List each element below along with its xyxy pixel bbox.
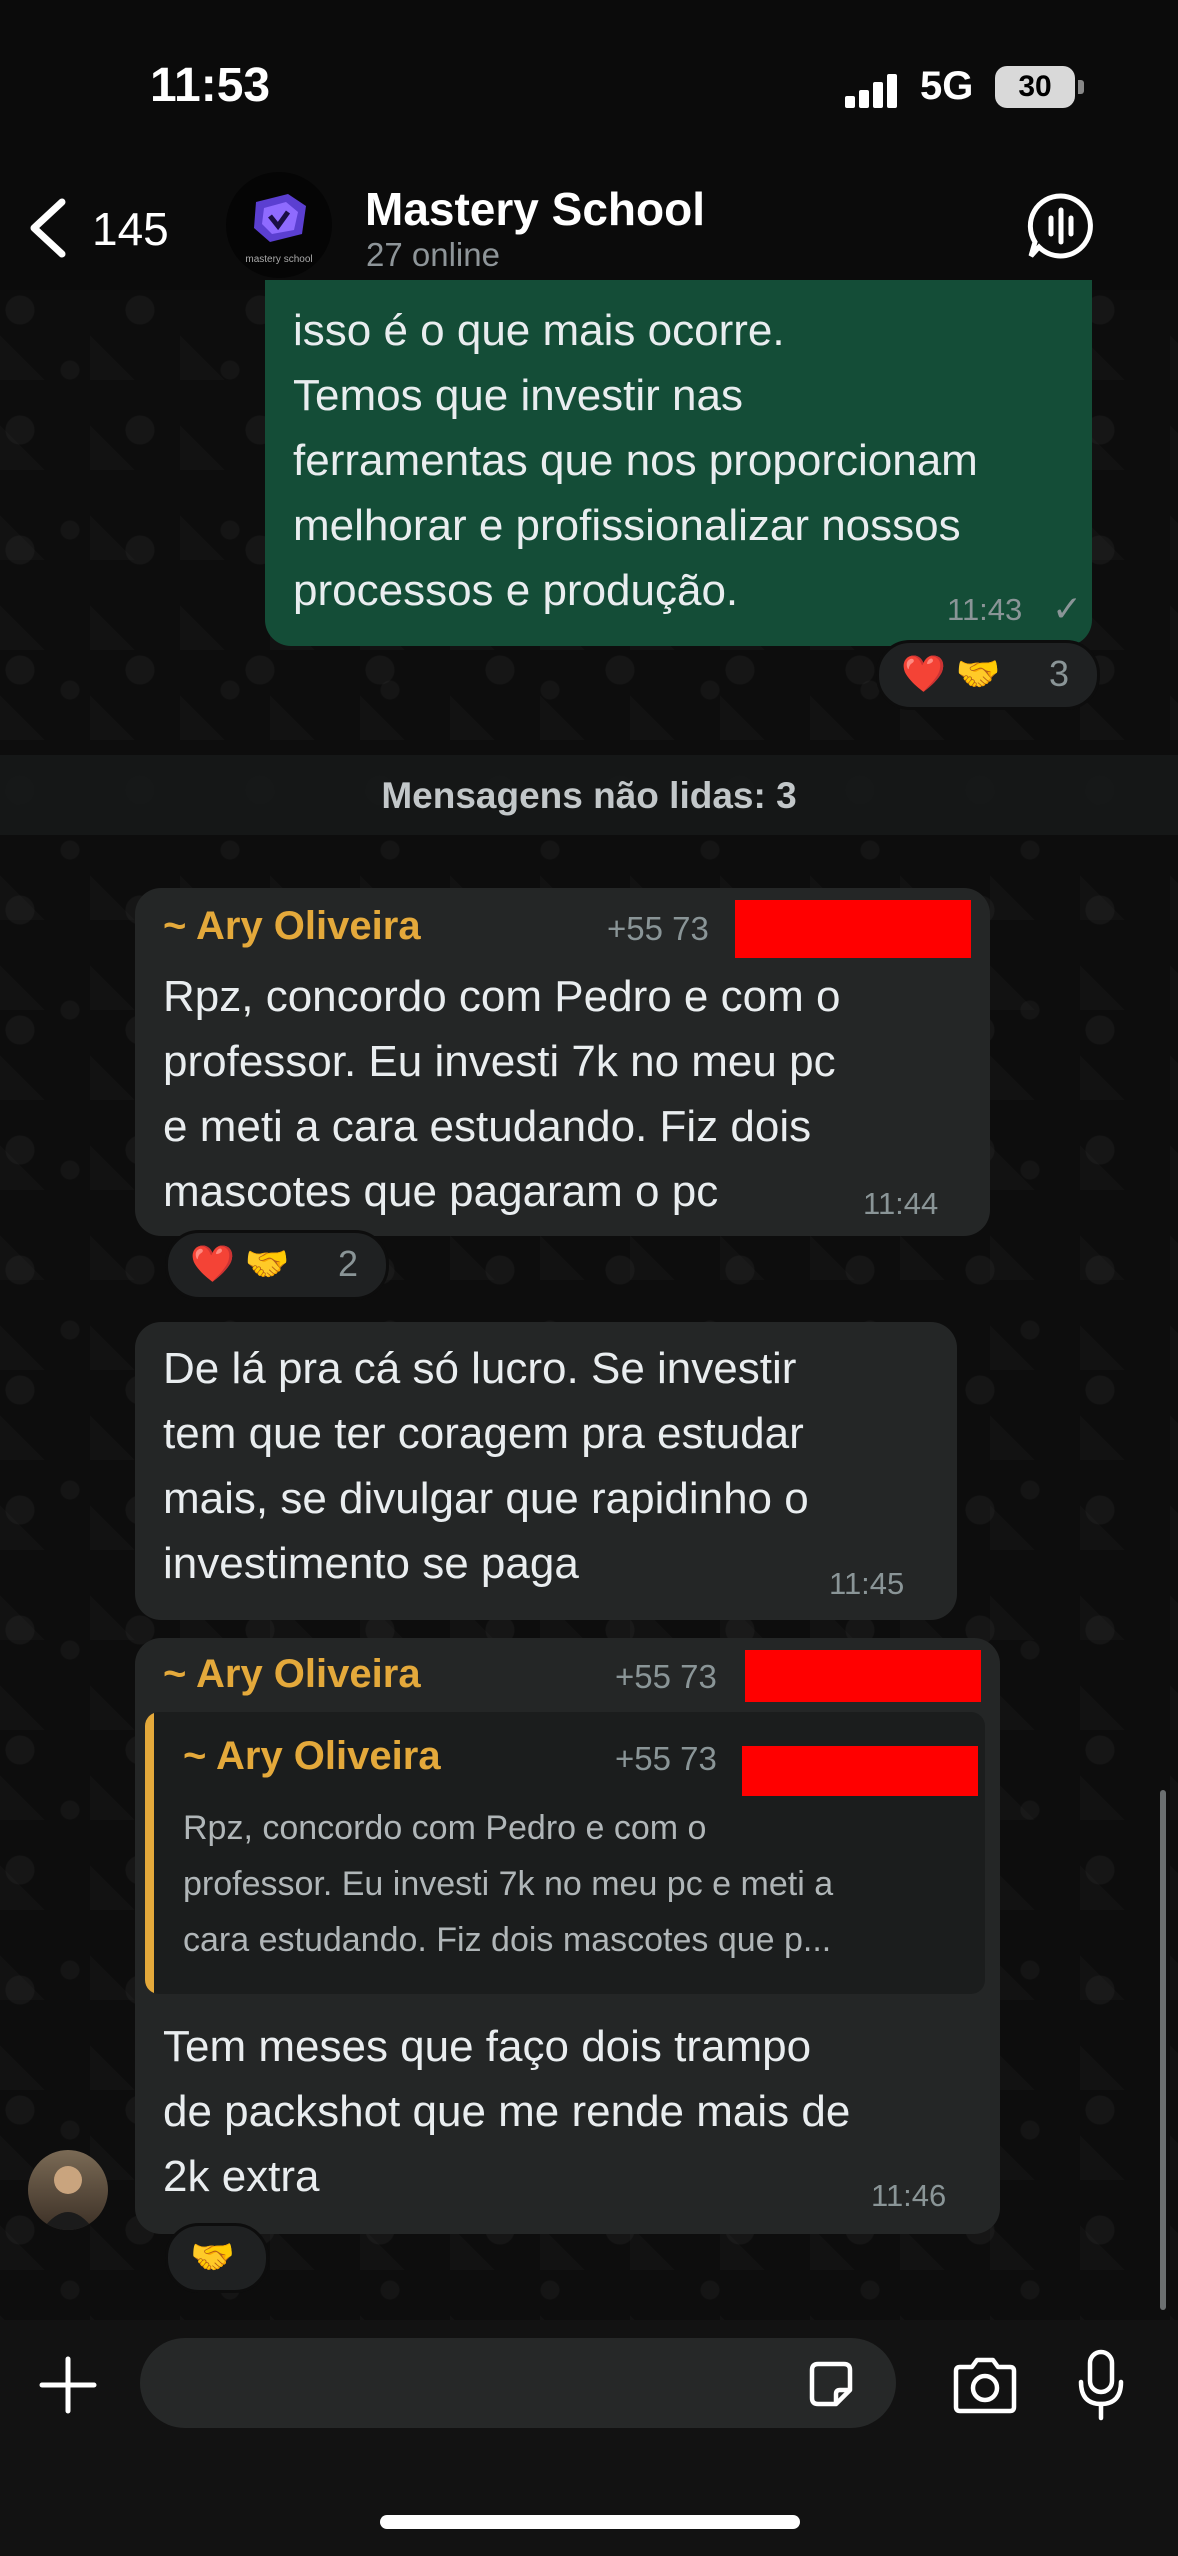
incoming-message[interactable]: ~ Ary Oliveira +55 73 Rpz, concordo com …: [135, 888, 990, 1236]
quoted-message[interactable]: ~ Ary Oliveira +55 73 Rpz, concordo com …: [145, 1712, 985, 1994]
sticker-icon[interactable]: [804, 2358, 858, 2412]
quote-sender-phone: +55 73: [615, 1740, 717, 1777]
reaction-emojis: ❤️ 🤝: [901, 653, 1001, 694]
message-time: 11:43: [947, 592, 1023, 627]
message-text: De lá pra cá só lucro. Se investir tem q…: [163, 1344, 809, 1588]
reaction-count: 3: [1049, 653, 1070, 694]
incoming-message[interactable]: De lá pra cá só lucro. Se investir tem q…: [135, 1322, 957, 1620]
back-chevron-icon[interactable]: [24, 196, 74, 260]
microphone-icon[interactable]: [1076, 2348, 1126, 2422]
person-icon: [42, 2166, 94, 2230]
signal-icon: [845, 72, 901, 108]
reaction-pill[interactable]: ❤️ 🤝 2: [165, 1230, 389, 1300]
unread-divider: Mensagens não lidas: 3: [0, 755, 1178, 835]
network-type: 5G: [920, 64, 974, 108]
message-text: isso é o que mais ocorre. Temos que inve…: [293, 306, 978, 615]
sender-phone: +55 73: [607, 910, 709, 947]
redaction-box: [745, 1650, 981, 1702]
sender-name[interactable]: ~ Ary Oliveira: [163, 1652, 421, 1697]
outgoing-message[interactable]: isso é o que mais ocorre. Temos que inve…: [265, 280, 1092, 646]
message-text: Tem meses que faço dois trampo de packsh…: [163, 2022, 851, 2201]
message-input[interactable]: [140, 2338, 896, 2428]
message-text: Rpz, concordo com Pedro e com o professo…: [163, 972, 841, 1216]
reaction-count: 2: [338, 1243, 359, 1284]
battery-icon: 30: [995, 66, 1075, 108]
quote-text: Rpz, concordo com Pedro e com o professo…: [183, 1809, 834, 1959]
message-time: 11:45: [829, 1566, 905, 1601]
sender-avatar[interactable]: [28, 2150, 108, 2230]
sender-phone: +55 73: [615, 1658, 717, 1695]
message-time: 11:46: [871, 2178, 947, 2213]
scrollbar[interactable]: [1160, 1790, 1166, 2310]
chat-online-count: 27 online: [366, 236, 500, 273]
quote-sender-name: ~ Ary Oliveira: [183, 1734, 441, 1778]
sent-check-icon: ✓: [1052, 588, 1083, 629]
redaction-box: [735, 900, 971, 958]
reaction-emojis: 🤝: [190, 2236, 235, 2277]
reaction-emojis: ❤️ 🤝: [190, 1243, 290, 1284]
message-time: 11:44: [863, 1186, 939, 1221]
group-avatar-label: mastery school: [245, 254, 313, 265]
plus-icon[interactable]: [38, 2355, 98, 2415]
quote-accent-bar: [145, 1712, 154, 1994]
unread-label: Mensagens não lidas: 3: [381, 775, 797, 816]
voice-chat-icon[interactable]: [1025, 190, 1097, 262]
camera-icon[interactable]: [950, 2355, 1020, 2415]
sender-name[interactable]: ~ Ary Oliveira: [163, 904, 421, 949]
group-avatar[interactable]: mastery school: [226, 172, 332, 278]
chat-title[interactable]: Mastery School: [365, 182, 705, 236]
status-time: 11:53: [150, 59, 271, 112]
back-unread-count[interactable]: 145: [92, 202, 169, 256]
reaction-pill[interactable]: 🤝: [165, 2223, 269, 2293]
redaction-box: [742, 1746, 978, 1796]
battery-tip: [1078, 80, 1084, 94]
reaction-pill[interactable]: ❤️ 🤝 3: [876, 640, 1100, 710]
home-indicator[interactable]: [380, 2515, 800, 2529]
